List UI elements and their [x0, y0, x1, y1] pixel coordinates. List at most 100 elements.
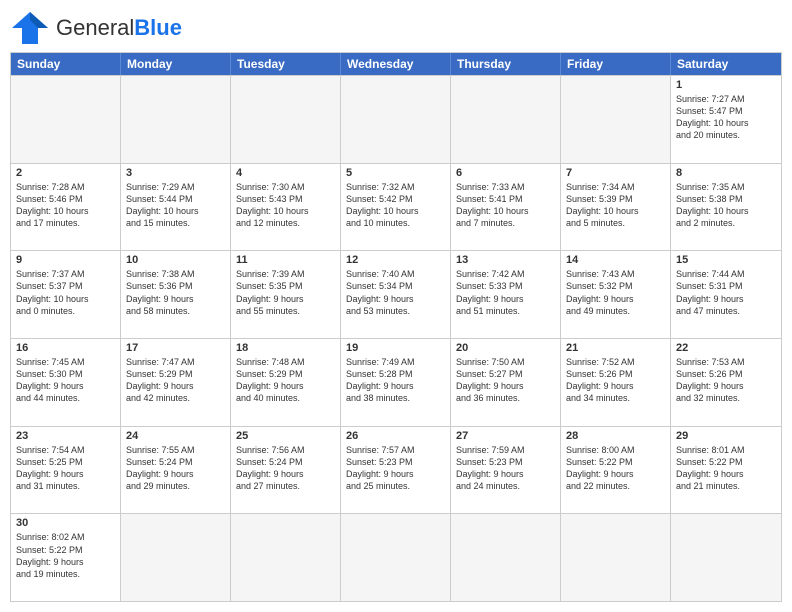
- day-number: 24: [126, 430, 225, 442]
- calendar-cell: 11Sunrise: 7:39 AM Sunset: 5:35 PM Dayli…: [231, 251, 341, 338]
- cell-info: Sunrise: 7:39 AM Sunset: 5:35 PM Dayligh…: [236, 268, 335, 317]
- logo: GeneralBlue: [10, 10, 182, 46]
- day-number: 3: [126, 167, 225, 179]
- day-number: 25: [236, 430, 335, 442]
- weekday-header-monday: Monday: [121, 53, 231, 75]
- cell-info: Sunrise: 7:53 AM Sunset: 5:26 PM Dayligh…: [676, 356, 776, 405]
- cell-info: Sunrise: 7:37 AM Sunset: 5:37 PM Dayligh…: [16, 268, 115, 317]
- calendar-cell: [451, 76, 561, 163]
- calendar-row-1: 2 Sunrise: 7:28 AM Sunset: 5:46 PM Daylig…: [11, 163, 781, 251]
- calendar-cell: 19 Sunrise: 7:49 AM Sunset: 5:28 PM Dayli…: [341, 339, 451, 426]
- calendar-cell: 28Sunrise: 8:00 AM Sunset: 5:22 PM Dayli…: [561, 427, 671, 514]
- calendar-cell: 29Sunrise: 8:01 AM Sunset: 5:22 PM Dayli…: [671, 427, 781, 514]
- weekday-header-sunday: Sunday: [11, 53, 121, 75]
- cell-info: Sunrise: 7:59 AM Sunset: 5:23 PM Dayligh…: [456, 444, 555, 493]
- calendar-cell: 18Sunrise: 7:48 AM Sunset: 5:29 PM Dayli…: [231, 339, 341, 426]
- weekday-header-saturday: Saturday: [671, 53, 781, 75]
- calendar-header: SundayMondayTuesdayWednesdayThursdayFrid…: [11, 53, 781, 75]
- day-number: 20: [456, 342, 555, 354]
- cell-info: Sunrise: 7:45 AM Sunset: 5:30 PM Dayligh…: [16, 356, 115, 405]
- cell-info: Sunrise: 7:50 AM Sunset: 5:27 PM Dayligh…: [456, 356, 555, 405]
- day-number: 23: [16, 430, 115, 442]
- logo-icon: [10, 10, 50, 46]
- calendar-row-2: 9Sunrise: 7:37 AM Sunset: 5:37 PM Daylig…: [11, 250, 781, 338]
- day-number: 2: [16, 167, 115, 179]
- cell-info: Sunrise: 7:38 AM Sunset: 5:36 PM Dayligh…: [126, 268, 225, 317]
- cell-info: Sunrise: 7:57 AM Sunset: 5:23 PM Dayligh…: [346, 444, 445, 493]
- day-number: 30: [16, 517, 115, 529]
- cell-info: Sunrise: 7:44 AM Sunset: 5:31 PM Dayligh…: [676, 268, 776, 317]
- cell-info: Sunrise: 7:40 AM Sunset: 5:34 PM Dayligh…: [346, 268, 445, 317]
- cell-info: Sunrise: 7:27 AM Sunset: 5:47 PM Dayligh…: [676, 93, 776, 142]
- calendar-cell: 30 Sunrise: 8:02 AM Sunset: 5:22 PM Dayli…: [11, 514, 121, 601]
- calendar-cell: 16Sunrise: 7:45 AM Sunset: 5:30 PM Dayli…: [11, 339, 121, 426]
- calendar-cell: 24Sunrise: 7:55 AM Sunset: 5:24 PM Dayli…: [121, 427, 231, 514]
- calendar-body: 1Sunrise: 7:27 AM Sunset: 5:47 PM Daylig…: [11, 75, 781, 601]
- calendar-cell: 14Sunrise: 7:43 AM Sunset: 5:32 PM Dayli…: [561, 251, 671, 338]
- cell-info: Sunrise: 7:42 AM Sunset: 5:33 PM Dayligh…: [456, 268, 555, 317]
- page: GeneralBlue SundayMondayTuesdayWednesday…: [0, 0, 792, 612]
- cell-info: Sunrise: 8:02 AM Sunset: 5:22 PM Dayligh…: [16, 531, 115, 580]
- weekday-header-friday: Friday: [561, 53, 671, 75]
- day-number: 6: [456, 167, 555, 179]
- calendar-cell: 5 Sunrise: 7:32 AM Sunset: 5:42 PM Daylig…: [341, 164, 451, 251]
- calendar-cell: [451, 514, 561, 601]
- calendar-cell: 20 Sunrise: 7:50 AM Sunset: 5:27 PM Dayli…: [451, 339, 561, 426]
- calendar-cell: [341, 514, 451, 601]
- calendar-row-3: 16Sunrise: 7:45 AM Sunset: 5:30 PM Dayli…: [11, 338, 781, 426]
- weekday-header-thursday: Thursday: [451, 53, 561, 75]
- calendar-cell: [231, 76, 341, 163]
- cell-info: Sunrise: 8:00 AM Sunset: 5:22 PM Dayligh…: [566, 444, 665, 493]
- calendar-cell: 27 Sunrise: 7:59 AM Sunset: 5:23 PM Dayli…: [451, 427, 561, 514]
- cell-info: Sunrise: 7:43 AM Sunset: 5:32 PM Dayligh…: [566, 268, 665, 317]
- calendar-cell: 12 Sunrise: 7:40 AM Sunset: 5:34 PM Dayli…: [341, 251, 451, 338]
- cell-info: Sunrise: 7:33 AM Sunset: 5:41 PM Dayligh…: [456, 181, 555, 230]
- day-number: 21: [566, 342, 665, 354]
- day-number: 27: [456, 430, 555, 442]
- calendar-cell: 8Sunrise: 7:35 AM Sunset: 5:38 PM Daylig…: [671, 164, 781, 251]
- day-number: 19: [346, 342, 445, 354]
- calendar-cell: 4Sunrise: 7:30 AM Sunset: 5:43 PM Daylig…: [231, 164, 341, 251]
- calendar-cell: 9Sunrise: 7:37 AM Sunset: 5:37 PM Daylig…: [11, 251, 121, 338]
- cell-info: Sunrise: 7:56 AM Sunset: 5:24 PM Dayligh…: [236, 444, 335, 493]
- calendar-cell: 15 Sunrise: 7:44 AM Sunset: 5:31 PM Dayli…: [671, 251, 781, 338]
- day-number: 12: [346, 254, 445, 266]
- cell-info: Sunrise: 7:49 AM Sunset: 5:28 PM Dayligh…: [346, 356, 445, 405]
- cell-info: Sunrise: 7:47 AM Sunset: 5:29 PM Dayligh…: [126, 356, 225, 405]
- day-number: 10: [126, 254, 225, 266]
- calendar-row-4: 23Sunrise: 7:54 AM Sunset: 5:25 PM Dayli…: [11, 426, 781, 514]
- calendar-cell: 23Sunrise: 7:54 AM Sunset: 5:25 PM Dayli…: [11, 427, 121, 514]
- calendar-cell: 7Sunrise: 7:34 AM Sunset: 5:39 PM Daylig…: [561, 164, 671, 251]
- weekday-header-tuesday: Tuesday: [231, 53, 341, 75]
- calendar-cell: [11, 76, 121, 163]
- day-number: 7: [566, 167, 665, 179]
- day-number: 8: [676, 167, 776, 179]
- calendar-cell: 17Sunrise: 7:47 AM Sunset: 5:29 PM Dayli…: [121, 339, 231, 426]
- calendar-cell: [341, 76, 451, 163]
- day-number: 5: [346, 167, 445, 179]
- calendar-cell: [671, 514, 781, 601]
- calendar-row-5: 30 Sunrise: 8:02 AM Sunset: 5:22 PM Dayli…: [11, 513, 781, 601]
- logo-blue: Blue: [134, 15, 182, 40]
- day-number: 26: [346, 430, 445, 442]
- calendar-row-0: 1Sunrise: 7:27 AM Sunset: 5:47 PM Daylig…: [11, 75, 781, 163]
- cell-info: Sunrise: 7:28 AM Sunset: 5:46 PM Dayligh…: [16, 181, 115, 230]
- cell-info: Sunrise: 8:01 AM Sunset: 5:22 PM Dayligh…: [676, 444, 776, 493]
- calendar-cell: 21Sunrise: 7:52 AM Sunset: 5:26 PM Dayli…: [561, 339, 671, 426]
- cell-info: Sunrise: 7:32 AM Sunset: 5:42 PM Dayligh…: [346, 181, 445, 230]
- calendar-cell: [561, 514, 671, 601]
- calendar-cell: [121, 76, 231, 163]
- calendar-cell: [231, 514, 341, 601]
- calendar: SundayMondayTuesdayWednesdayThursdayFrid…: [10, 52, 782, 602]
- calendar-cell: 22 Sunrise: 7:53 AM Sunset: 5:26 PM Dayli…: [671, 339, 781, 426]
- day-number: 15: [676, 254, 776, 266]
- calendar-cell: 25 Sunrise: 7:56 AM Sunset: 5:24 PM Dayli…: [231, 427, 341, 514]
- calendar-cell: 26 Sunrise: 7:57 AM Sunset: 5:23 PM Dayli…: [341, 427, 451, 514]
- day-number: 18: [236, 342, 335, 354]
- weekday-header-wednesday: Wednesday: [341, 53, 451, 75]
- calendar-cell: 13Sunrise: 7:42 AM Sunset: 5:33 PM Dayli…: [451, 251, 561, 338]
- calendar-cell: 10 Sunrise: 7:38 AM Sunset: 5:36 PM Dayli…: [121, 251, 231, 338]
- calendar-cell: 2 Sunrise: 7:28 AM Sunset: 5:46 PM Daylig…: [11, 164, 121, 251]
- calendar-cell: 1Sunrise: 7:27 AM Sunset: 5:47 PM Daylig…: [671, 76, 781, 163]
- day-number: 22: [676, 342, 776, 354]
